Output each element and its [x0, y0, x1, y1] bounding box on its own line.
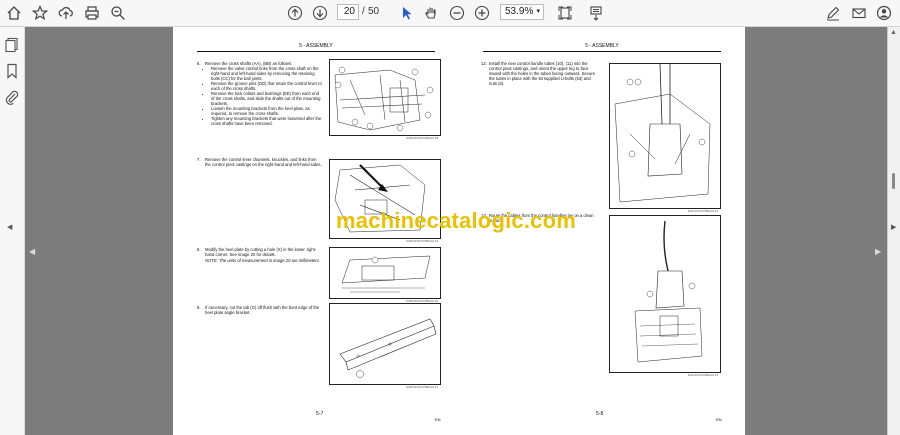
handle-cables-drawing [634, 220, 703, 363]
bookmark-icon[interactable] [4, 63, 20, 79]
page-thumbnails-icon[interactable] [4, 37, 20, 53]
zoom-in-button[interactable] [472, 3, 492, 23]
figure-cross-shafts: RAPH13XXXXBAAA 18 [329, 59, 441, 140]
page-number-input[interactable]: 20 [337, 4, 359, 20]
watermark-text: machinecatalogic.com [336, 208, 576, 233]
header-rule [197, 51, 435, 52]
handle-tubes-drawing [614, 63, 711, 203]
attachment-icon[interactable] [4, 89, 20, 105]
scroll-mode-icon[interactable] [586, 3, 606, 23]
figure-heel-plate-hole: RAPH13XXXXBAAA 20 [329, 247, 441, 303]
zoom-level-value: 53.9% [505, 6, 534, 17]
print-icon[interactable] [82, 3, 102, 23]
sign-pen-icon[interactable] [823, 3, 843, 23]
step-7: 7. Remove the control lever channels, kn… [197, 157, 322, 167]
zoom-search-icon[interactable] [108, 3, 128, 23]
page-footer-lang: EN [435, 417, 441, 422]
scroll-thumb[interactable] [892, 173, 895, 189]
left-sidebar: ◀ [0, 27, 25, 435]
page-total: 50 [368, 6, 380, 17]
bookmark-star-icon[interactable] [30, 3, 50, 23]
page-footer-number: 5-8 [596, 411, 604, 417]
toolbar: 20 / 50 53.9% ▾ [0, 0, 900, 27]
figure-control-handle-cables: RAIL13XXXXBAAA 23 [609, 215, 721, 377]
page-footer-number: 5-7 [316, 411, 324, 417]
figure-angle-bracket-tab: RAPH13XXXXBAAA 21 [329, 303, 441, 389]
step-12: 12. Install the new control handle tubes… [481, 61, 595, 86]
next-page-button[interactable] [310, 3, 330, 23]
collapse-right-arrow[interactable]: ▶ [891, 223, 896, 231]
cross-shafts-drawing [334, 66, 434, 132]
page-header: 5 - ASSEMBLY [585, 43, 619, 49]
scroll-up-arrow[interactable]: ▲ [890, 29, 897, 36]
zoom-out-button[interactable] [447, 3, 467, 23]
upload-icon[interactable] [56, 3, 76, 23]
step-6: 6. Remove the cross shafts (AA), (BB) as… [197, 61, 323, 126]
page-separator: / [362, 6, 365, 17]
step-8: 8. Modify the heel plate by cutting a ho… [197, 247, 320, 263]
hand-tool-icon[interactable] [421, 3, 441, 23]
page-header: 5 - ASSEMBLY [299, 43, 333, 49]
page-footer-lang: EN [716, 417, 722, 422]
step-9: 9. If necessary, cut the tab (G) off flu… [197, 305, 320, 315]
angle-bracket-drawing [339, 318, 437, 378]
zoom-level-select[interactable]: 53.9% ▾ [500, 4, 544, 20]
account-icon[interactable] [874, 3, 894, 23]
vertical-scrollbar[interactable]: ▲ ▶ [887, 27, 900, 435]
next-spread-arrow[interactable]: ▶ [875, 247, 881, 256]
select-cursor-icon[interactable] [397, 3, 417, 23]
heel-plate-drawing [341, 255, 431, 293]
fit-page-icon[interactable] [555, 3, 575, 23]
mail-icon[interactable] [849, 3, 869, 23]
chevron-down-icon: ▾ [536, 8, 540, 15]
figure-control-handle-tubes: RAIL13XXXXBAAA 22 [609, 63, 721, 213]
home-icon[interactable] [4, 3, 24, 23]
header-rule [483, 51, 721, 52]
previous-page-button[interactable] [285, 3, 305, 23]
prev-spread-arrow[interactable]: ◀ [29, 247, 35, 256]
collapse-left-arrow[interactable]: ◀ [7, 223, 12, 231]
